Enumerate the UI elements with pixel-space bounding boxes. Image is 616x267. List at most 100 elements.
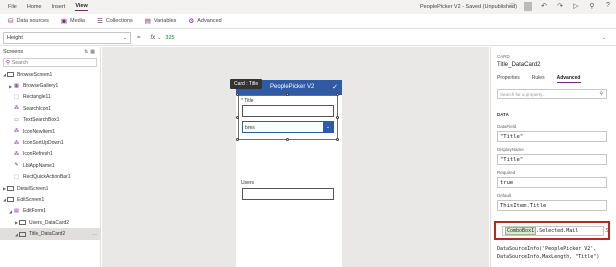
tree-node-lbl-app[interactable]: ✎ LblAppName1 bbox=[0, 160, 100, 171]
fx-button[interactable]: fx bbox=[151, 35, 156, 41]
people-combobox[interactable]: bres ⌄ bbox=[242, 121, 334, 133]
property-value: Height bbox=[7, 34, 23, 41]
tree-node-label: IconSortUpDown1 bbox=[23, 140, 64, 147]
datafield-input[interactable]: "Title" bbox=[497, 131, 607, 142]
tree-node-icon-new[interactable]: ⁂ IconNewItem1 bbox=[0, 126, 100, 137]
section-data-heading: DATA bbox=[497, 112, 509, 117]
maxlength-line-1[interactable]: DataSourceInfo('PeoplePicker V2', bbox=[497, 246, 596, 252]
chevron-down-icon[interactable]: ⌄ bbox=[157, 35, 161, 41]
tab-advanced[interactable]: Advanced bbox=[556, 75, 581, 83]
default-input[interactable]: ThisItem.Title bbox=[497, 200, 607, 211]
tree-node-label: SearchIcon1 bbox=[23, 105, 52, 112]
chevron-down-icon[interactable]: ⌄ bbox=[323, 122, 333, 132]
tree-node-icon-sort[interactable]: ⁂ IconSortUpDown1 bbox=[0, 137, 100, 148]
tab-properties[interactable]: Properties bbox=[497, 75, 520, 83]
resize-handle[interactable] bbox=[236, 138, 239, 141]
collections-button[interactable]: ☰ Collections bbox=[97, 17, 133, 25]
resize-handle[interactable] bbox=[336, 138, 339, 141]
maxlength-line-2[interactable]: DataSourceInfo.MaxLength, "Title") bbox=[497, 254, 599, 260]
card-badge: Card : Title bbox=[230, 79, 263, 89]
menu-bar: File Home Insert View PeoplePicker V2 - … bbox=[0, 0, 616, 14]
update-highlight-box: ComboBox1 .Selected.Mail ʒ bbox=[494, 221, 610, 240]
ribbon-label: Data sources bbox=[16, 18, 49, 24]
users-text-input[interactable] bbox=[242, 188, 334, 200]
redo-icon[interactable]: ↷ bbox=[556, 2, 564, 11]
top-toolbar: ♡ ↶ ↷ ▷ ⚲ ? bbox=[508, 2, 612, 11]
tree-node-browse-gallery[interactable]: ▶ ▦ BrowseGallery1 bbox=[0, 80, 100, 91]
ribbon-label: Advanced bbox=[197, 18, 222, 24]
tree-node-edit-screen[interactable]: ◢ EditScreen1 bbox=[0, 194, 100, 205]
search-icon: ⚲ bbox=[6, 59, 11, 66]
update-input[interactable]: ComboBox1 .Selected.Mail bbox=[502, 226, 604, 236]
ribbon-label: Variables bbox=[153, 18, 177, 24]
tree-node-icon-refresh[interactable]: ⁂ IconRefresh1 bbox=[0, 149, 100, 160]
chevron-down-icon: ⌄ bbox=[122, 34, 127, 41]
resize-handle[interactable] bbox=[286, 93, 289, 96]
variables-button[interactable]: ▤ Variables bbox=[145, 17, 177, 25]
menu-file[interactable]: File bbox=[8, 4, 17, 10]
tree-node-edit-form[interactable]: ◢ ▤ EditForm1 bbox=[0, 206, 100, 217]
health-icon[interactable]: ♡ bbox=[508, 2, 516, 11]
rectangle-icon: ⬚ bbox=[14, 93, 19, 100]
resize-handle[interactable] bbox=[286, 138, 289, 141]
tree-node-label: LblAppName1 bbox=[23, 162, 55, 169]
displayname-input[interactable]: "Title" bbox=[497, 154, 607, 165]
tree-node-users-card[interactable]: ▶ Users_DataCard2 bbox=[0, 217, 100, 228]
submit-check-icon[interactable]: ✓ bbox=[332, 83, 338, 91]
properties-panel: CARD Title_DataCard2 Properties Rules Ad… bbox=[490, 47, 616, 267]
screen-icon bbox=[7, 197, 14, 203]
tree-node-text-search[interactable]: ▭ TextSearchBox1 bbox=[0, 115, 100, 126]
menu-insert[interactable]: Insert bbox=[52, 4, 66, 10]
tree-node-detail-screen[interactable]: ▶ DetailScreen1 bbox=[0, 183, 100, 194]
datafield-label: DataField bbox=[497, 124, 517, 129]
media-icon: ▣ bbox=[60, 18, 68, 25]
title-text-input[interactable] bbox=[242, 105, 334, 117]
tree-node-label: Users_DataCard2 bbox=[29, 219, 70, 226]
tree-view: Screens ⇅▦ ⚲ Search ◢ BrowseScreen1 ▶ ▦ … bbox=[0, 47, 101, 267]
users-field-label: Users bbox=[241, 180, 255, 186]
tree-list: ◢ BrowseScreen1 ▶ ▦ BrowseGallery1 ⬚ Rec… bbox=[0, 69, 100, 240]
media-button[interactable]: ▣ Media bbox=[61, 17, 85, 25]
resize-handle[interactable] bbox=[236, 93, 239, 96]
label-icon: ✎ bbox=[14, 162, 19, 169]
tree-node-title-card[interactable]: ◢ Title_DataCard2 … bbox=[0, 228, 100, 240]
resize-handle[interactable] bbox=[336, 93, 339, 96]
collections-icon: ☰ bbox=[97, 18, 103, 25]
tree-node-label: Title_DataCard2 bbox=[29, 231, 66, 238]
property-search-input[interactable]: Search for a property... ⚲ bbox=[497, 89, 607, 99]
grid-view-icon[interactable]: ▦ bbox=[90, 49, 97, 55]
resize-handle[interactable] bbox=[336, 116, 339, 119]
formula-input[interactable]: 325 bbox=[165, 35, 174, 41]
tree-node-browse-screen[interactable]: ◢ BrowseScreen1 bbox=[0, 69, 100, 80]
screen-icon bbox=[7, 72, 14, 78]
tree-node-search-icon[interactable]: ⁂ SearchIcon1 bbox=[0, 103, 100, 114]
app-screen-preview[interactable]: PeoplePicker V2 ✓ Card : Title * Title b… bbox=[230, 79, 342, 267]
menu-view[interactable]: View bbox=[75, 3, 88, 11]
card-icon bbox=[19, 231, 26, 237]
data-sources-button[interactable]: ⛁ Data sources bbox=[8, 17, 49, 25]
divider bbox=[524, 2, 532, 11]
form-icon: ▤ bbox=[14, 207, 19, 214]
preview-icon[interactable]: ▷ bbox=[572, 2, 580, 11]
design-canvas[interactable]: PeoplePicker V2 ✓ Card : Title * Title b… bbox=[102, 47, 489, 267]
expand-formula-icon[interactable]: ⌄ bbox=[602, 35, 606, 41]
more-options-icon[interactable]: … bbox=[92, 231, 97, 237]
undo-icon[interactable]: ↶ bbox=[540, 2, 548, 11]
required-input[interactable]: true bbox=[497, 177, 607, 188]
advanced-button[interactable]: ⚙ Advanced bbox=[188, 17, 221, 25]
resize-handle[interactable] bbox=[236, 116, 239, 119]
tree-node-label: IconNewItem1 bbox=[23, 128, 55, 135]
tree-node-rectangle[interactable]: ⬚ Rectangle11 bbox=[0, 92, 100, 103]
title-field-label: * Title bbox=[241, 98, 254, 104]
help-icon[interactable]: ? bbox=[604, 2, 612, 11]
tree-search-input[interactable]: ⚲ Search bbox=[3, 58, 97, 67]
icon-control-icon: ⁂ bbox=[14, 105, 19, 112]
tree-node-label: DetailScreen1 bbox=[17, 185, 49, 192]
property-dropdown[interactable]: Height ⌄ bbox=[3, 31, 131, 44]
account-icon[interactable]: ⚲ bbox=[588, 2, 596, 11]
menu-home[interactable]: Home bbox=[27, 4, 42, 10]
tree-node-label: BrowseGallery1 bbox=[23, 83, 59, 90]
database-icon: ⛁ bbox=[8, 18, 14, 25]
tab-rules[interactable]: Rules bbox=[532, 75, 545, 83]
tree-node-rect-quick[interactable]: ⬚ RectQuickActionBar1 bbox=[0, 172, 100, 183]
